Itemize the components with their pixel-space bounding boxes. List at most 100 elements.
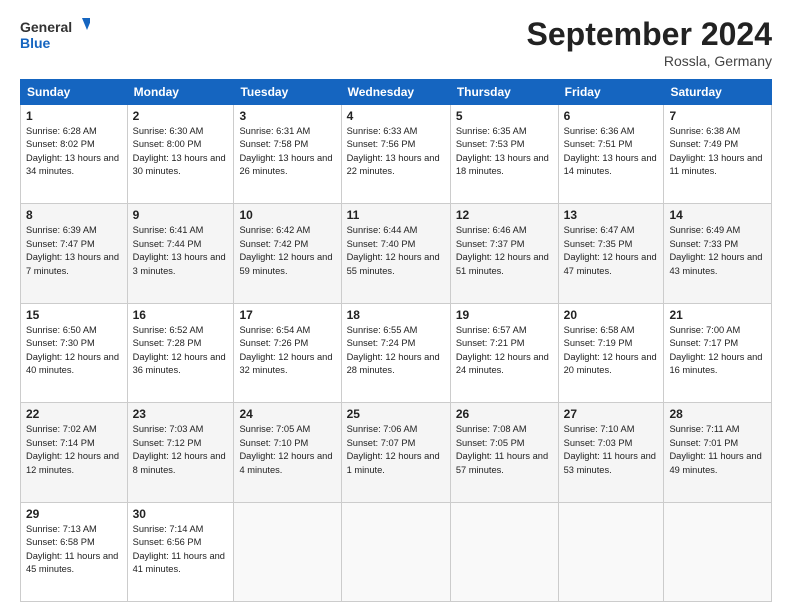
- day-number: 29: [26, 507, 122, 521]
- day-13: 13 Sunrise: 6:47 AM Sunset: 7:35 PM Dayl…: [558, 204, 664, 303]
- day-27: 27 Sunrise: 7:10 AM Sunset: 7:03 PM Dayl…: [558, 403, 664, 502]
- title-block: September 2024 Rossla, Germany: [527, 16, 772, 69]
- svg-text:Blue: Blue: [20, 35, 51, 51]
- day-info: Sunrise: 6:52 AM Sunset: 7:28 PM Dayligh…: [133, 324, 229, 378]
- col-wednesday: Wednesday: [341, 80, 450, 105]
- calendar-week-3: 15 Sunrise: 6:50 AM Sunset: 7:30 PM Dayl…: [21, 303, 772, 402]
- day-14: 14 Sunrise: 6:49 AM Sunset: 7:33 PM Dayl…: [664, 204, 772, 303]
- day-21: 21 Sunrise: 7:00 AM Sunset: 7:17 PM Dayl…: [664, 303, 772, 402]
- day-30: 30 Sunrise: 7:14 AM Sunset: 6:56 PM Dayl…: [127, 502, 234, 601]
- day-number: 1: [26, 109, 122, 123]
- day-15: 15 Sunrise: 6:50 AM Sunset: 7:30 PM Dayl…: [21, 303, 128, 402]
- header: General Blue September 2024 Rossla, Germ…: [20, 16, 772, 69]
- day-number: 17: [239, 308, 335, 322]
- day-number: 21: [669, 308, 766, 322]
- day-24: 24 Sunrise: 7:05 AM Sunset: 7:10 PM Dayl…: [234, 403, 341, 502]
- day-info: Sunrise: 6:46 AM Sunset: 7:37 PM Dayligh…: [456, 224, 553, 278]
- page: General Blue September 2024 Rossla, Germ…: [0, 0, 792, 612]
- day-8: 8 Sunrise: 6:39 AM Sunset: 7:47 PM Dayli…: [21, 204, 128, 303]
- day-number: 20: [564, 308, 659, 322]
- col-saturday: Saturday: [664, 80, 772, 105]
- day-info: Sunrise: 7:03 AM Sunset: 7:12 PM Dayligh…: [133, 423, 229, 477]
- day-info: Sunrise: 6:54 AM Sunset: 7:26 PM Dayligh…: [239, 324, 335, 378]
- day-info: Sunrise: 7:00 AM Sunset: 7:17 PM Dayligh…: [669, 324, 766, 378]
- location: Rossla, Germany: [527, 53, 772, 69]
- day-5: 5 Sunrise: 6:35 AM Sunset: 7:53 PM Dayli…: [450, 105, 558, 204]
- day-info: Sunrise: 6:38 AM Sunset: 7:49 PM Dayligh…: [669, 125, 766, 179]
- col-monday: Monday: [127, 80, 234, 105]
- day-number: 11: [347, 208, 445, 222]
- day-info: Sunrise: 6:50 AM Sunset: 7:30 PM Dayligh…: [26, 324, 122, 378]
- day-number: 26: [456, 407, 553, 421]
- day-11: 11 Sunrise: 6:44 AM Sunset: 7:40 PM Dayl…: [341, 204, 450, 303]
- day-number: 8: [26, 208, 122, 222]
- day-info: Sunrise: 6:35 AM Sunset: 7:53 PM Dayligh…: [456, 125, 553, 179]
- day-info: Sunrise: 7:13 AM Sunset: 6:58 PM Dayligh…: [26, 523, 122, 577]
- calendar: Sunday Monday Tuesday Wednesday Thursday…: [20, 79, 772, 602]
- day-20: 20 Sunrise: 6:58 AM Sunset: 7:19 PM Dayl…: [558, 303, 664, 402]
- day-number: 13: [564, 208, 659, 222]
- empty-cell: [341, 502, 450, 601]
- empty-cell: [450, 502, 558, 601]
- day-info: Sunrise: 7:08 AM Sunset: 7:05 PM Dayligh…: [456, 423, 553, 477]
- day-29: 29 Sunrise: 7:13 AM Sunset: 6:58 PM Dayl…: [21, 502, 128, 601]
- day-16: 16 Sunrise: 6:52 AM Sunset: 7:28 PM Dayl…: [127, 303, 234, 402]
- day-info: Sunrise: 6:36 AM Sunset: 7:51 PM Dayligh…: [564, 125, 659, 179]
- day-info: Sunrise: 6:28 AM Sunset: 8:02 PM Dayligh…: [26, 125, 122, 179]
- day-number: 23: [133, 407, 229, 421]
- day-number: 14: [669, 208, 766, 222]
- day-1: 1 Sunrise: 6:28 AM Sunset: 8:02 PM Dayli…: [21, 105, 128, 204]
- day-info: Sunrise: 6:55 AM Sunset: 7:24 PM Dayligh…: [347, 324, 445, 378]
- day-info: Sunrise: 7:06 AM Sunset: 7:07 PM Dayligh…: [347, 423, 445, 477]
- day-info: Sunrise: 6:31 AM Sunset: 7:58 PM Dayligh…: [239, 125, 335, 179]
- day-number: 10: [239, 208, 335, 222]
- month-title: September 2024: [527, 16, 772, 53]
- day-number: 15: [26, 308, 122, 322]
- day-4: 4 Sunrise: 6:33 AM Sunset: 7:56 PM Dayli…: [341, 105, 450, 204]
- day-2: 2 Sunrise: 6:30 AM Sunset: 8:00 PM Dayli…: [127, 105, 234, 204]
- day-number: 22: [26, 407, 122, 421]
- day-number: 5: [456, 109, 553, 123]
- empty-cell: [664, 502, 772, 601]
- day-number: 24: [239, 407, 335, 421]
- col-thursday: Thursday: [450, 80, 558, 105]
- day-28: 28 Sunrise: 7:11 AM Sunset: 7:01 PM Dayl…: [664, 403, 772, 502]
- day-number: 4: [347, 109, 445, 123]
- day-9: 9 Sunrise: 6:41 AM Sunset: 7:44 PM Dayli…: [127, 204, 234, 303]
- day-info: Sunrise: 6:58 AM Sunset: 7:19 PM Dayligh…: [564, 324, 659, 378]
- day-7: 7 Sunrise: 6:38 AM Sunset: 7:49 PM Dayli…: [664, 105, 772, 204]
- day-6: 6 Sunrise: 6:36 AM Sunset: 7:51 PM Dayli…: [558, 105, 664, 204]
- day-19: 19 Sunrise: 6:57 AM Sunset: 7:21 PM Dayl…: [450, 303, 558, 402]
- calendar-week-2: 8 Sunrise: 6:39 AM Sunset: 7:47 PM Dayli…: [21, 204, 772, 303]
- col-sunday: Sunday: [21, 80, 128, 105]
- day-info: Sunrise: 6:41 AM Sunset: 7:44 PM Dayligh…: [133, 224, 229, 278]
- day-18: 18 Sunrise: 6:55 AM Sunset: 7:24 PM Dayl…: [341, 303, 450, 402]
- logo: General Blue: [20, 16, 90, 56]
- day-number: 16: [133, 308, 229, 322]
- day-number: 25: [347, 407, 445, 421]
- day-info: Sunrise: 6:30 AM Sunset: 8:00 PM Dayligh…: [133, 125, 229, 179]
- day-25: 25 Sunrise: 7:06 AM Sunset: 7:07 PM Dayl…: [341, 403, 450, 502]
- day-26: 26 Sunrise: 7:08 AM Sunset: 7:05 PM Dayl…: [450, 403, 558, 502]
- empty-cell: [558, 502, 664, 601]
- day-number: 19: [456, 308, 553, 322]
- day-info: Sunrise: 7:10 AM Sunset: 7:03 PM Dayligh…: [564, 423, 659, 477]
- day-number: 3: [239, 109, 335, 123]
- day-number: 27: [564, 407, 659, 421]
- day-10: 10 Sunrise: 6:42 AM Sunset: 7:42 PM Dayl…: [234, 204, 341, 303]
- day-number: 18: [347, 308, 445, 322]
- day-info: Sunrise: 6:42 AM Sunset: 7:42 PM Dayligh…: [239, 224, 335, 278]
- logo-svg: General Blue: [20, 16, 90, 56]
- col-tuesday: Tuesday: [234, 80, 341, 105]
- day-info: Sunrise: 6:57 AM Sunset: 7:21 PM Dayligh…: [456, 324, 553, 378]
- calendar-week-5: 29 Sunrise: 7:13 AM Sunset: 6:58 PM Dayl…: [21, 502, 772, 601]
- day-12: 12 Sunrise: 6:46 AM Sunset: 7:37 PM Dayl…: [450, 204, 558, 303]
- day-info: Sunrise: 6:49 AM Sunset: 7:33 PM Dayligh…: [669, 224, 766, 278]
- calendar-header-row: Sunday Monday Tuesday Wednesday Thursday…: [21, 80, 772, 105]
- col-friday: Friday: [558, 80, 664, 105]
- day-info: Sunrise: 6:47 AM Sunset: 7:35 PM Dayligh…: [564, 224, 659, 278]
- empty-cell: [234, 502, 341, 601]
- day-info: Sunrise: 7:05 AM Sunset: 7:10 PM Dayligh…: [239, 423, 335, 477]
- calendar-week-4: 22 Sunrise: 7:02 AM Sunset: 7:14 PM Dayl…: [21, 403, 772, 502]
- day-info: Sunrise: 6:44 AM Sunset: 7:40 PM Dayligh…: [347, 224, 445, 278]
